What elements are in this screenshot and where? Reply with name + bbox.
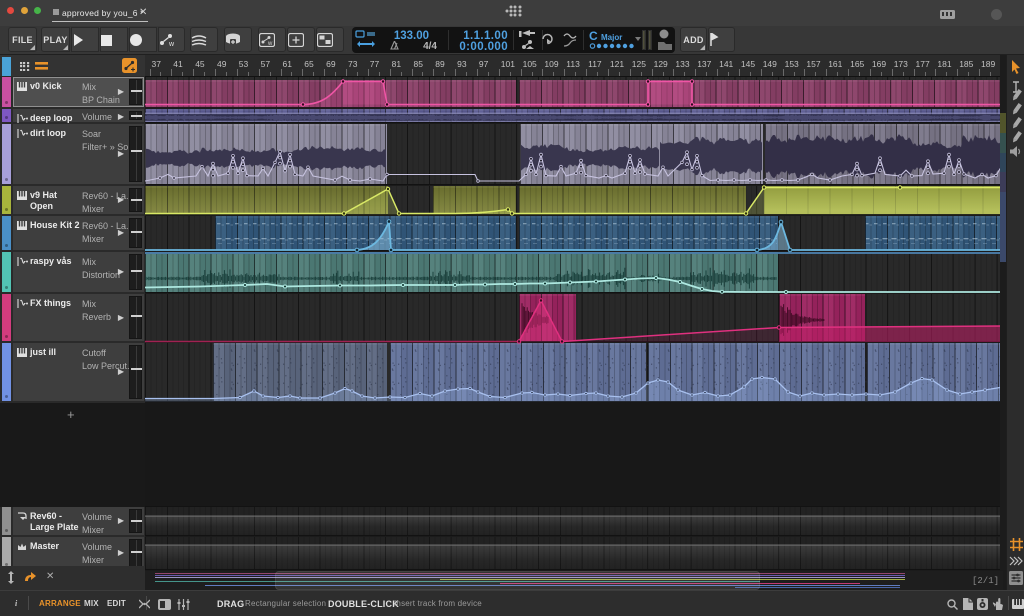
svg-text:w: w — [168, 41, 175, 47]
svg-text:w: w — [267, 41, 273, 47]
